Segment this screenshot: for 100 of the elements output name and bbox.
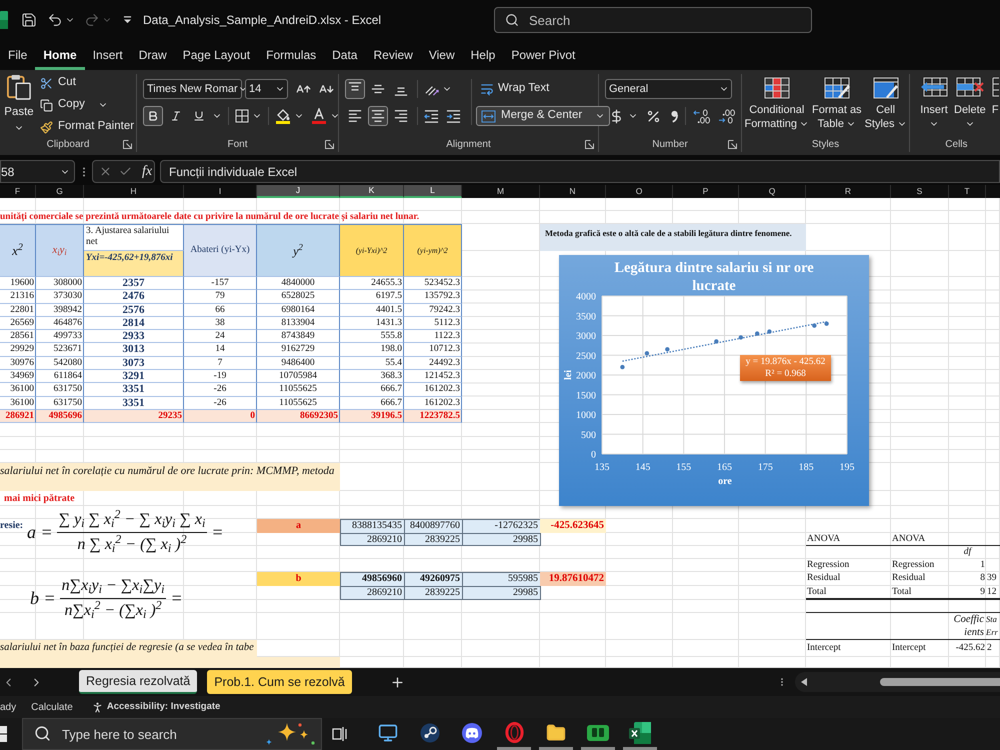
- save-icon[interactable]: [21, 12, 37, 28]
- cancel-icon[interactable]: [99, 165, 112, 178]
- horizontal-scrollbar[interactable]: [795, 672, 1000, 692]
- name-box[interactable]: 58: [0, 160, 75, 183]
- ribbon-tab[interactable]: View: [420, 40, 463, 70]
- sheet-tab[interactable]: Prob.1. Cum se rezolvă: [207, 670, 352, 694]
- search-field[interactable]: Search: [494, 7, 812, 33]
- scroll-left-icon[interactable]: [801, 678, 807, 686]
- table-cell: 595985: [462, 572, 541, 587]
- increase-indent-icon[interactable]: [446, 108, 461, 124]
- ribbon-tab[interactable]: Page Layout: [174, 40, 258, 70]
- table-cell-text: 12: [986, 586, 998, 599]
- table-cell: 49856960: [340, 572, 405, 587]
- insert-function-button[interactable]: fx: [142, 164, 152, 178]
- dialog-launcher-icon[interactable]: [123, 140, 132, 149]
- task-view-icon[interactable]: [332, 726, 348, 742]
- accessibility-button[interactable]: Accessibility: Investigate: [106, 700, 220, 714]
- horizontal-align-button[interactable]: [368, 106, 388, 126]
- copy-button[interactable]: Copy: [40, 97, 134, 113]
- running-indicator: [581, 747, 615, 750]
- table-cell: 22801: [0, 304, 36, 317]
- font-size-dropdown[interactable]: 14: [245, 79, 288, 99]
- decrease-indent-icon[interactable]: [424, 108, 439, 124]
- bold-button[interactable]: [143, 106, 163, 126]
- table-cell: 2933: [84, 330, 184, 344]
- customize-icon[interactable]: [123, 16, 132, 24]
- redo-icon[interactable]: [84, 12, 100, 28]
- window-title: Data_Analysis_Sample_AndreiD.xlsx - Excel: [143, 12, 382, 29]
- equals-sign: =: [170, 587, 183, 610]
- total-cell: 0: [184, 410, 257, 423]
- format-painter-button[interactable]: Format Painter: [40, 119, 134, 135]
- add-sheet-icon[interactable]: [390, 674, 405, 690]
- table-cell: 368.3: [340, 370, 404, 384]
- annotation: R² = 0.968: [764, 368, 807, 380]
- borders-icon[interactable]: [235, 109, 249, 123]
- styles-button[interactable]: Cell Styles: [864, 74, 907, 137]
- ribbon-tab[interactable]: Help: [462, 40, 504, 70]
- ribbon-tab[interactable]: File: [0, 40, 36, 70]
- column-header[interactable]: L: [404, 185, 462, 198]
- number-format-dropdown[interactable]: General: [605, 79, 732, 99]
- merge-center-button[interactable]: Merge & Center: [476, 106, 610, 126]
- font-color-icon[interactable]: [311, 108, 327, 124]
- table-cell: 29929: [0, 343, 36, 357]
- table-cell: 198.0: [340, 343, 404, 357]
- fill-color-icon[interactable]: [275, 108, 291, 124]
- heading-text: mai mici pătrate: [3, 492, 75, 506]
- table-cell-text: -425.62: [954, 642, 986, 655]
- sheet-tab[interactable]: Regresia rezolvată: [79, 670, 198, 694]
- axis-title: ore: [718, 476, 732, 487]
- comma-style-icon[interactable]: [671, 110, 678, 122]
- currency-icon[interactable]: [609, 108, 624, 124]
- start-icon[interactable]: [0, 726, 8, 742]
- paste-button[interactable]: Paste: [4, 74, 34, 137]
- accessibility-icon[interactable]: [90, 700, 104, 714]
- ribbon-tab[interactable]: Formulas: [258, 40, 324, 70]
- dialog-launcher-icon[interactable]: [325, 140, 334, 149]
- ribbon-tab[interactable]: Data: [324, 40, 366, 70]
- axis-tick-label: 0: [591, 450, 596, 460]
- font-name-dropdown[interactable]: Times New Romar: [143, 79, 242, 99]
- table-cell-text: 9: [979, 586, 986, 599]
- formula-field[interactable]: Funcții individuale Excel: [160, 160, 1000, 183]
- running-indicator: [497, 747, 531, 750]
- table-cell-text: df: [962, 546, 974, 559]
- table-cell: 66: [184, 304, 257, 317]
- table-header-cell: x$^{2}$: [0, 224, 36, 277]
- column-header[interactable]: J: [257, 185, 340, 198]
- data-point: [644, 351, 650, 356]
- ribbon-tab[interactable]: Draw: [130, 40, 175, 70]
- ribbon-tab[interactable]: Review: [365, 40, 421, 70]
- axis-tick-label: 135: [594, 462, 610, 473]
- table-cell: -26: [184, 383, 257, 397]
- table-cell: 6980164: [257, 304, 340, 317]
- scrollbar-thumb[interactable]: [880, 678, 1000, 686]
- table-cell: 29985: [462, 586, 541, 600]
- styles-button[interactable]: Format as Table: [812, 74, 862, 137]
- undo-icon[interactable]: [47, 12, 63, 28]
- percent-icon[interactable]: [646, 108, 661, 124]
- ribbon-tab[interactable]: Insert: [84, 40, 131, 70]
- cells-button[interactable]: Insert: [920, 74, 948, 137]
- table-header-cell: 3. Ajustarea salariului net: [84, 224, 184, 251]
- styles-button[interactable]: Conditional Formatting: [744, 74, 810, 137]
- cells-button[interactable]: Delete: [954, 74, 986, 137]
- table-cell: 523452.3: [404, 277, 462, 290]
- wrap-text-button[interactable]: Wrap Text: [476, 79, 556, 99]
- cut-button[interactable]: Cut: [40, 75, 134, 91]
- running-indicator: [539, 747, 573, 750]
- calculate-button[interactable]: Calculate: [31, 700, 73, 714]
- table-cell: 3073: [84, 356, 184, 370]
- column-header[interactable]: K: [340, 185, 404, 198]
- dialog-launcher-icon[interactable]: [585, 140, 594, 149]
- ribbon-tab[interactable]: Power Pivot: [503, 40, 584, 70]
- vertical-align-button[interactable]: [345, 79, 365, 99]
- increase-decimal-icon[interactable]: [693, 108, 710, 124]
- table-cell: 2839225: [404, 586, 463, 600]
- taskbar-search-field[interactable]: Type here to search: [22, 718, 322, 750]
- table-cell: 38: [184, 316, 257, 330]
- decrease-decimal-icon[interactable]: [718, 108, 735, 124]
- table-cell: 79242.3: [404, 304, 462, 317]
- cells-button[interactable]: F: [992, 74, 999, 137]
- dialog-launcher-icon[interactable]: [728, 140, 738, 149]
